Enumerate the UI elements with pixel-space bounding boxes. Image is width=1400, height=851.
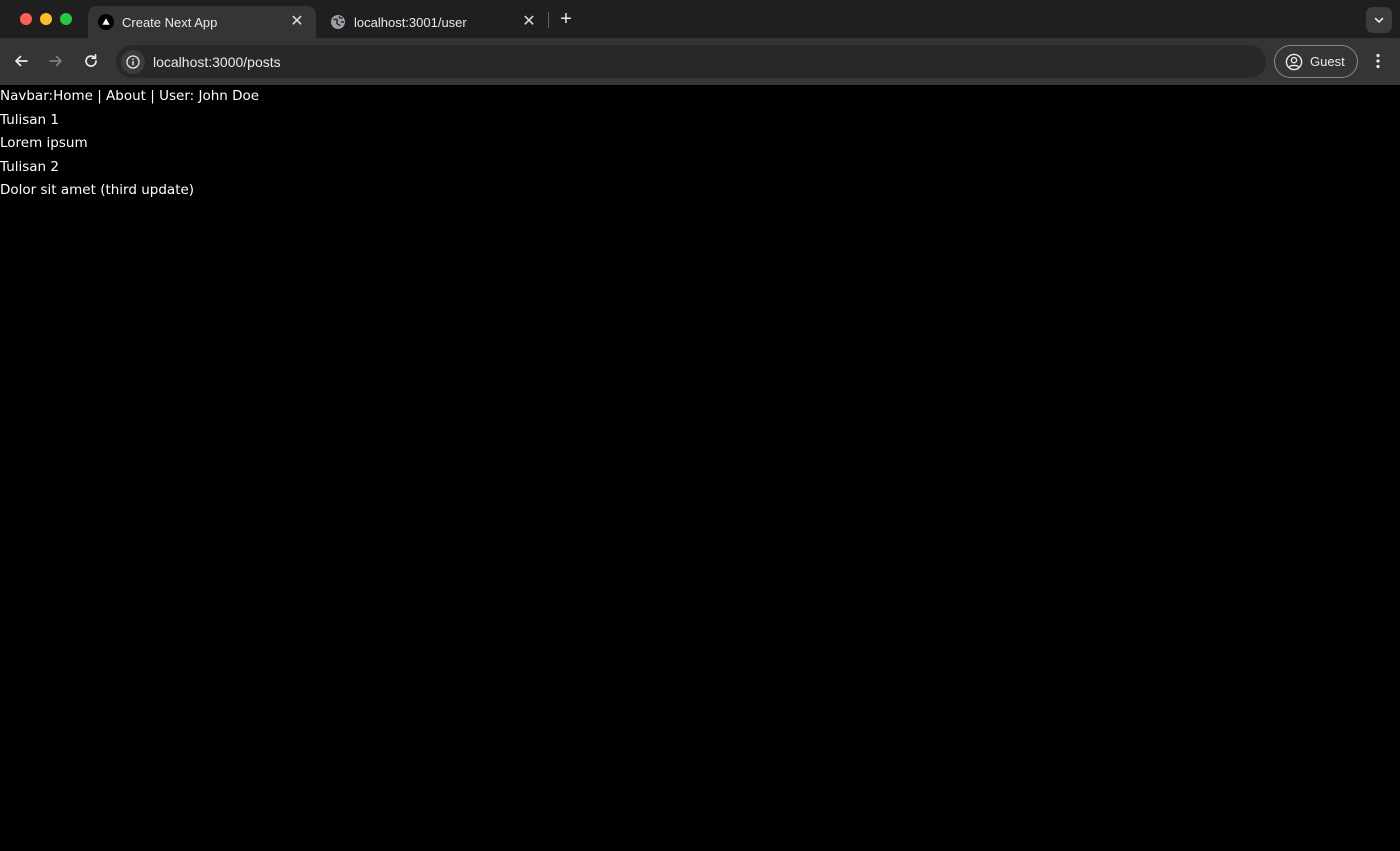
reload-icon — [85, 53, 97, 67]
page-viewport: Navbar:Home | About | User: John Doe Tul… — [0, 85, 1400, 851]
profile-button[interactable]: Guest — [1274, 45, 1358, 78]
profile-label: Guest — [1310, 54, 1345, 69]
tab-title: localhost:3001/user — [354, 14, 467, 30]
minimize-window-button[interactable] — [40, 13, 52, 25]
post-body: Lorem ipsum — [0, 135, 88, 151]
close-tab-icon[interactable]: ✕ — [288, 13, 306, 31]
account-circle-icon — [1285, 53, 1303, 71]
navbar-text: Navbar:Home | About | User: John Doe — [0, 88, 260, 104]
post-body: Dolor sit amet (third update) — [0, 182, 195, 198]
more-vert-icon — [1376, 53, 1380, 69]
globe-icon — [330, 14, 346, 30]
new-tab-button[interactable]: + — [556, 9, 576, 29]
tab-localhost-user[interactable]: localhost:3001/user ✕ — [318, 6, 550, 38]
tab-title: Create Next App — [122, 14, 218, 30]
post-title: Tulisan 2 — [0, 158, 59, 175]
chevron-down-icon — [1374, 17, 1384, 24]
tab-divider — [548, 12, 549, 28]
address-bar[interactable]: localhost:3000/posts — [116, 45, 1266, 78]
browser-toolbar: localhost:3000/posts Guest — [0, 38, 1400, 85]
reload-button[interactable] — [79, 49, 103, 73]
url-text[interactable]: localhost:3000/posts — [153, 54, 281, 70]
close-window-button[interactable] — [20, 13, 32, 25]
post-title: Tulisan 1 — [0, 111, 59, 128]
browser-window: Create Next App ✕ localhost:3001/user ✕ … — [0, 0, 1400, 851]
arrow-right-icon — [49, 55, 62, 67]
tab-strip: Create Next App ✕ localhost:3001/user ✕ … — [0, 0, 1400, 38]
tab-search-button[interactable] — [1366, 7, 1392, 33]
nextjs-triangle-icon — [98, 14, 114, 30]
back-button[interactable] — [9, 49, 33, 73]
arrow-left-icon — [15, 55, 28, 67]
browser-menu-button[interactable] — [1368, 51, 1388, 71]
close-tab-icon[interactable]: ✕ — [520, 13, 538, 31]
forward-button[interactable] — [44, 49, 68, 73]
site-info-icon[interactable] — [121, 49, 145, 74]
maximize-window-button[interactable] — [60, 13, 72, 25]
tab-create-next-app[interactable]: Create Next App ✕ — [88, 6, 316, 38]
